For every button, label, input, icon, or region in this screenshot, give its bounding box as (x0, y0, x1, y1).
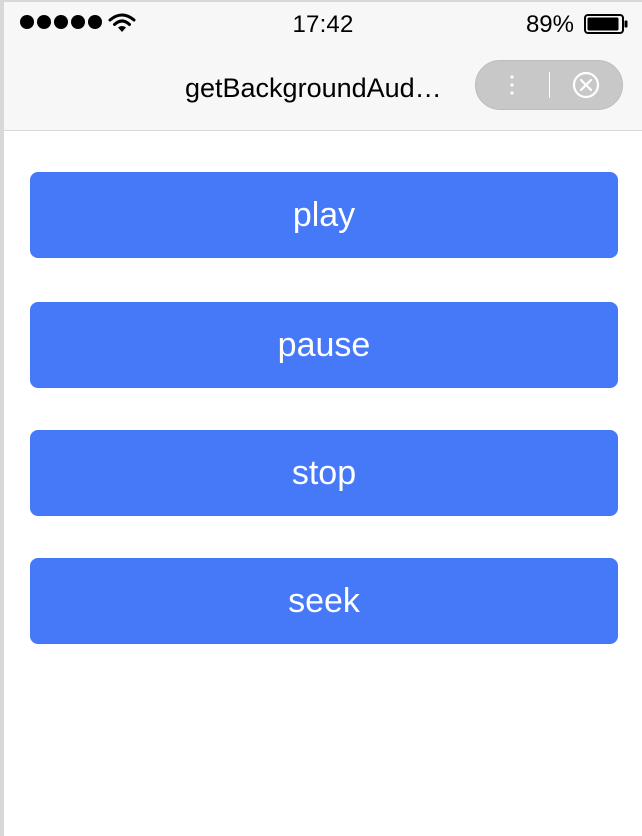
status-bar: 17:42 89% (4, 2, 642, 46)
page-title: getBackgroundAud… (185, 73, 442, 103)
battery-icon (584, 14, 628, 34)
seek-button[interactable]: seek (30, 558, 618, 644)
more-vertical-icon[interactable] (476, 61, 548, 109)
stop-button[interactable]: stop (30, 430, 618, 516)
play-button[interactable]: play (30, 172, 618, 258)
navigation-bar: getBackgroundAud… (4, 46, 642, 131)
pause-button[interactable]: pause (30, 302, 618, 388)
app-window: 17:42 89% getBackgroundAud… play pause s… (0, 0, 642, 836)
close-circle-icon[interactable] (550, 61, 622, 109)
capsule-menu (475, 60, 623, 110)
battery-percent: 89% (525, 11, 574, 38)
